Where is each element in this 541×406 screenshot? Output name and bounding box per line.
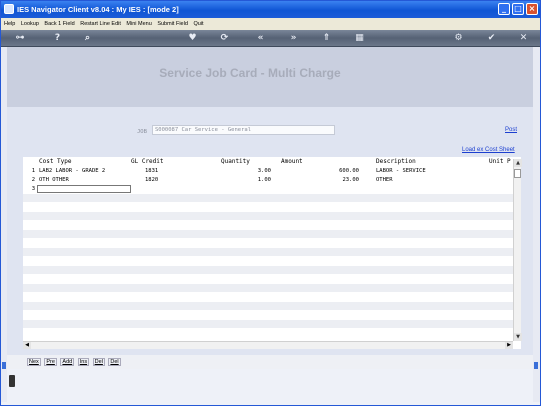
job-prefix-label: JOB xyxy=(137,129,147,135)
grid-icon[interactable]: ▦ xyxy=(353,32,366,45)
scroll-left-arrow-icon[interactable]: ◀ xyxy=(23,342,31,349)
amount-cell[interactable]: 23.00 xyxy=(313,176,359,184)
vertical-scrollbar[interactable]: ▲ ▼ xyxy=(513,159,522,341)
cost-type-input[interactable] xyxy=(37,185,131,193)
menu-submit-field[interactable]: Submit Field xyxy=(157,21,188,27)
empty-row xyxy=(23,320,513,328)
close-button[interactable]: × xyxy=(526,3,538,15)
search-icon[interactable]: ⌕ xyxy=(81,32,94,45)
header-band: Service Job Card - Multi Charge xyxy=(7,47,533,107)
table-row[interactable]: 2 OTH OTHER 1820 1.00 23.00 OTHER xyxy=(23,176,513,184)
empty-row xyxy=(23,266,513,274)
column-header-gl-credit: GL Credit xyxy=(131,158,164,165)
empty-row xyxy=(23,329,513,337)
previous-button[interactable]: Pre xyxy=(44,358,57,366)
scroll-right-arrow-icon[interactable]: ▶ xyxy=(505,342,513,349)
side-marker xyxy=(2,362,6,369)
column-header-amount: Amount xyxy=(281,158,303,165)
scroll-up-arrow-icon[interactable]: ▲ xyxy=(514,159,522,167)
side-marker xyxy=(534,362,538,369)
empty-row xyxy=(23,221,513,229)
cost-type-cell[interactable]: LAB2 LABOR - GRADE 2 xyxy=(39,167,105,175)
load-ex-cost-sheet-link[interactable]: Load ex Cost Sheet xyxy=(462,147,515,153)
toolbar: ⊶ ? ⌕ ♥ ⟳ « » ⇑ ▦ ⚙ ✔ ✕ xyxy=(1,30,540,47)
column-header-unit-p: Unit P xyxy=(489,158,511,165)
add-button[interactable]: Add xyxy=(60,358,75,366)
empty-row xyxy=(23,239,513,247)
gl-credit-cell[interactable]: 1831 xyxy=(145,167,158,175)
scroll-thumb[interactable] xyxy=(514,169,521,178)
menu-quit[interactable]: Quit xyxy=(193,21,203,27)
heart-icon[interactable]: ♥ xyxy=(186,32,199,45)
job-field[interactable]: S000087 Car Service - General xyxy=(152,125,335,135)
main-content: Service Job Card - Multi Charge JOB S000… xyxy=(7,47,533,355)
status-icon xyxy=(9,375,15,387)
help-icon[interactable]: ? xyxy=(51,32,64,45)
check-icon[interactable]: ✔ xyxy=(485,32,498,45)
cost-type-cell[interactable]: OTH OTHER xyxy=(39,176,69,184)
maximize-button[interactable]: □ xyxy=(512,3,524,15)
title-bar: IES Navigator Client v8.04 : My IES : [m… xyxy=(1,1,540,18)
close-icon[interactable]: ✕ xyxy=(517,32,530,45)
empty-row xyxy=(23,257,513,265)
description-cell[interactable]: LABOR - SERVICE xyxy=(376,167,426,175)
insert-button[interactable]: Ins xyxy=(77,358,90,366)
table-row[interactable]: 1 LAB2 LABOR - GRADE 2 1831 3.00 600.00 … xyxy=(23,167,513,175)
delete-all-button[interactable]: Del xyxy=(108,358,121,366)
app-window: IES Navigator Client v8.04 : My IES : [m… xyxy=(0,0,541,406)
bottom-action-bar: Nex Pre Add Ins Del Del xyxy=(7,355,533,369)
empty-row xyxy=(23,302,513,310)
menu-lookup[interactable]: Lookup xyxy=(21,21,39,27)
charges-grid: Cost Type GL Credit Quantity Amount Desc… xyxy=(23,157,522,349)
empty-row xyxy=(23,203,513,211)
empty-row xyxy=(23,284,513,292)
page-title: Service Job Card - Multi Charge xyxy=(159,66,341,80)
app-icon xyxy=(4,4,14,14)
menu-back-1-field[interactable]: Back 1 Field xyxy=(44,21,74,27)
gl-credit-cell[interactable]: 1820 xyxy=(145,176,158,184)
window-title: IES Navigator Client v8.04 : My IES : [m… xyxy=(17,5,179,14)
forward-icon[interactable]: » xyxy=(287,32,300,45)
menu-help[interactable]: Help xyxy=(4,21,15,27)
refresh-icon[interactable]: ⟳ xyxy=(218,32,231,45)
settings-icon[interactable]: ⚙ xyxy=(452,32,465,45)
menu-mini-menu[interactable]: Mini Menu xyxy=(126,21,151,27)
right-margin xyxy=(533,47,540,402)
row-number: 3 xyxy=(31,186,35,192)
column-header-cost-type: Cost Type xyxy=(39,158,72,165)
post-link[interactable]: Post xyxy=(505,127,517,133)
empty-row xyxy=(23,311,513,319)
horizontal-scrollbar[interactable]: ◀ ▶ xyxy=(23,341,513,349)
grid-header: Cost Type GL Credit Quantity Amount Desc… xyxy=(23,157,521,166)
empty-row xyxy=(23,194,513,202)
empty-row xyxy=(23,248,513,256)
empty-row xyxy=(23,212,513,220)
next-button[interactable]: Nex xyxy=(27,358,41,366)
quantity-cell[interactable]: 1.00 xyxy=(223,176,271,184)
amount-cell[interactable]: 600.00 xyxy=(313,167,359,175)
empty-row xyxy=(23,293,513,301)
empty-row xyxy=(23,275,513,283)
row-number: 2 xyxy=(31,177,35,183)
scroll-down-arrow-icon[interactable]: ▼ xyxy=(514,333,522,341)
delete-button[interactable]: Del xyxy=(92,358,105,366)
table-row[interactable]: 3 xyxy=(23,185,513,193)
minimize-button[interactable]: _ xyxy=(498,3,510,15)
description-cell[interactable]: OTHER xyxy=(376,176,393,184)
column-header-quantity: Quantity xyxy=(221,158,250,165)
key-icon[interactable]: ⊶ xyxy=(9,32,31,45)
quantity-cell[interactable]: 3.00 xyxy=(223,167,271,175)
menu-restart-line-edit[interactable]: Restart Line Edit xyxy=(80,21,121,27)
export-icon[interactable]: ⇑ xyxy=(320,32,333,45)
rewind-icon[interactable]: « xyxy=(254,32,267,45)
row-number: 1 xyxy=(31,168,35,174)
column-header-description: Description xyxy=(376,158,416,165)
empty-row xyxy=(23,230,513,238)
menu-bar: Help Lookup Back 1 Field Restart Line Ed… xyxy=(1,18,540,30)
